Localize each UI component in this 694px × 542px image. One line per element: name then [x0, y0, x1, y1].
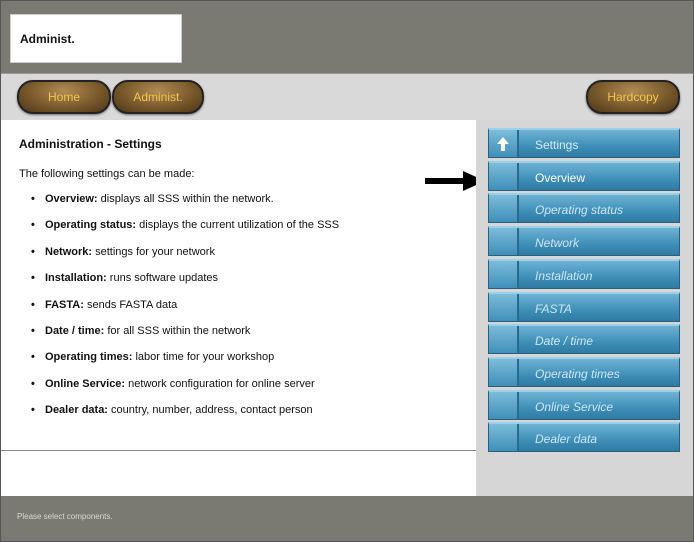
settings-list-item: • Installation: runs software updates [31, 271, 339, 297]
item-term: Network: [45, 245, 93, 258]
settings-list-item: • Operating status: displays the current … [31, 218, 339, 244]
item-description: country, number, address, contact person [107, 404, 313, 417]
item-term: Dealer data: [45, 404, 108, 417]
menu-item-label: Dealer data [535, 432, 598, 447]
menu-item-fasta[interactable]: FASTA [488, 291, 680, 322]
menu-cell [489, 424, 519, 452]
header-bar: Administ. [1, 1, 693, 73]
menu-cell [489, 195, 519, 223]
arrow-up-icon [497, 137, 509, 151]
menu-item-label: Installation [535, 268, 593, 283]
bullet-dot: • [31, 377, 35, 390]
settings-list: • Overview: displays all SSS within the n… [31, 192, 339, 430]
item-description: displays the current utilization of the … [136, 219, 340, 232]
menu-cell [489, 391, 519, 419]
menu-cell [489, 358, 519, 386]
item-term: Operating status: [45, 219, 137, 232]
menu-cell [489, 326, 519, 354]
settings-list-item: • Online Service: network configuration f… [31, 377, 339, 403]
item-description: displays all SSS within the network. [97, 193, 274, 205]
bullet-dot: • [31, 193, 35, 205]
menu-item-label: Online Service [535, 399, 614, 414]
menu-cell [489, 228, 519, 256]
menu-item-online-service[interactable]: Online Service [488, 389, 680, 420]
menu-cell [489, 162, 519, 190]
admin-button-label: Administ. [133, 90, 183, 104]
footer-bar: Please select components. [1, 496, 693, 541]
bullet-dot: • [31, 298, 35, 311]
item-description: sends FASTA data [83, 298, 178, 311]
settings-list-item: • Operating times: labor time for your wo… [31, 350, 339, 376]
app-window: Administ. Home Administ. Hardcopy Admini… [0, 0, 694, 542]
item-description: runs software updates [106, 272, 219, 285]
hardcopy-button[interactable]: Hardcopy [586, 80, 680, 114]
menu-settings-header[interactable]: Settings [488, 128, 680, 158]
menu-item-installation[interactable]: Installation [488, 258, 680, 289]
item-description: labor time for your workshop [132, 351, 275, 364]
menu-cell [489, 293, 519, 321]
content-panel: Administration - Settings The following … [1, 120, 476, 450]
settings-list-item: • Dealer data: country, number, address, … [31, 403, 339, 429]
item-term: Date / time: [45, 324, 105, 337]
menu-item-operating-times[interactable]: Operating times [488, 356, 680, 387]
nav-bar: Home Administ. Hardcopy [1, 73, 693, 121]
menu-settings-label: Settings [535, 138, 579, 152]
home-button-label: Home [47, 90, 80, 104]
item-term: Installation: [45, 272, 107, 285]
hardcopy-button-label: Hardcopy [607, 90, 659, 104]
menu-cell [489, 130, 519, 157]
settings-list-item: • Overview: displays all SSS within the n… [31, 192, 339, 218]
menu-item-overview[interactable]: Overview [488, 160, 680, 191]
side-menu-panel: Settings Overview Operating status Network… [476, 120, 693, 496]
admin-button[interactable]: Administ. [112, 80, 204, 114]
bullet-dot: • [31, 404, 35, 417]
home-button[interactable]: Home [17, 80, 111, 114]
settings-list-item: • Network: settings for your network [31, 245, 339, 271]
bullet-dot: • [31, 351, 35, 364]
menu-item-label: Operating times [535, 366, 620, 381]
menu-item-date-time[interactable]: Date / time [488, 324, 680, 355]
item-description: for all SSS within the network [104, 324, 251, 337]
menu-item-label: Operating status [535, 203, 624, 218]
app-title: Administ. [20, 32, 75, 46]
title-box: Administ. [10, 14, 182, 63]
bullet-dot: • [31, 219, 35, 232]
item-term: FASTA: [45, 298, 84, 311]
menu-item-network[interactable]: Network [488, 226, 680, 257]
item-description: network configuration for online server [125, 377, 315, 390]
status-text: Please select components. [17, 512, 113, 521]
empty-band [1, 450, 476, 497]
bullet-dot: • [31, 324, 35, 337]
intro-text: The following settings can be made: [19, 168, 195, 180]
menu-item-dealer-data[interactable]: Dealer data [488, 422, 680, 453]
item-term: Overview: [45, 193, 98, 205]
menu-item-label: Network [535, 236, 580, 251]
settings-list-item: • Date / time: for all SSS within the net… [31, 324, 339, 350]
menu-item-operating-status[interactable]: Operating status [488, 193, 680, 224]
item-term: Operating times: [45, 351, 133, 364]
bullet-dot: • [31, 245, 35, 258]
item-term: Online Service: [45, 377, 126, 390]
menu-item-label: Overview [535, 170, 586, 185]
menu-item-label: FASTA [535, 301, 572, 316]
menu-cell [489, 260, 519, 288]
settings-list-item: • FASTA: sends FASTA data [31, 298, 339, 324]
item-description: settings for your network [92, 245, 215, 258]
bullet-dot: • [31, 272, 35, 285]
menu-item-label: Date / time [535, 334, 594, 349]
page-title: Administration - Settings [19, 137, 162, 151]
